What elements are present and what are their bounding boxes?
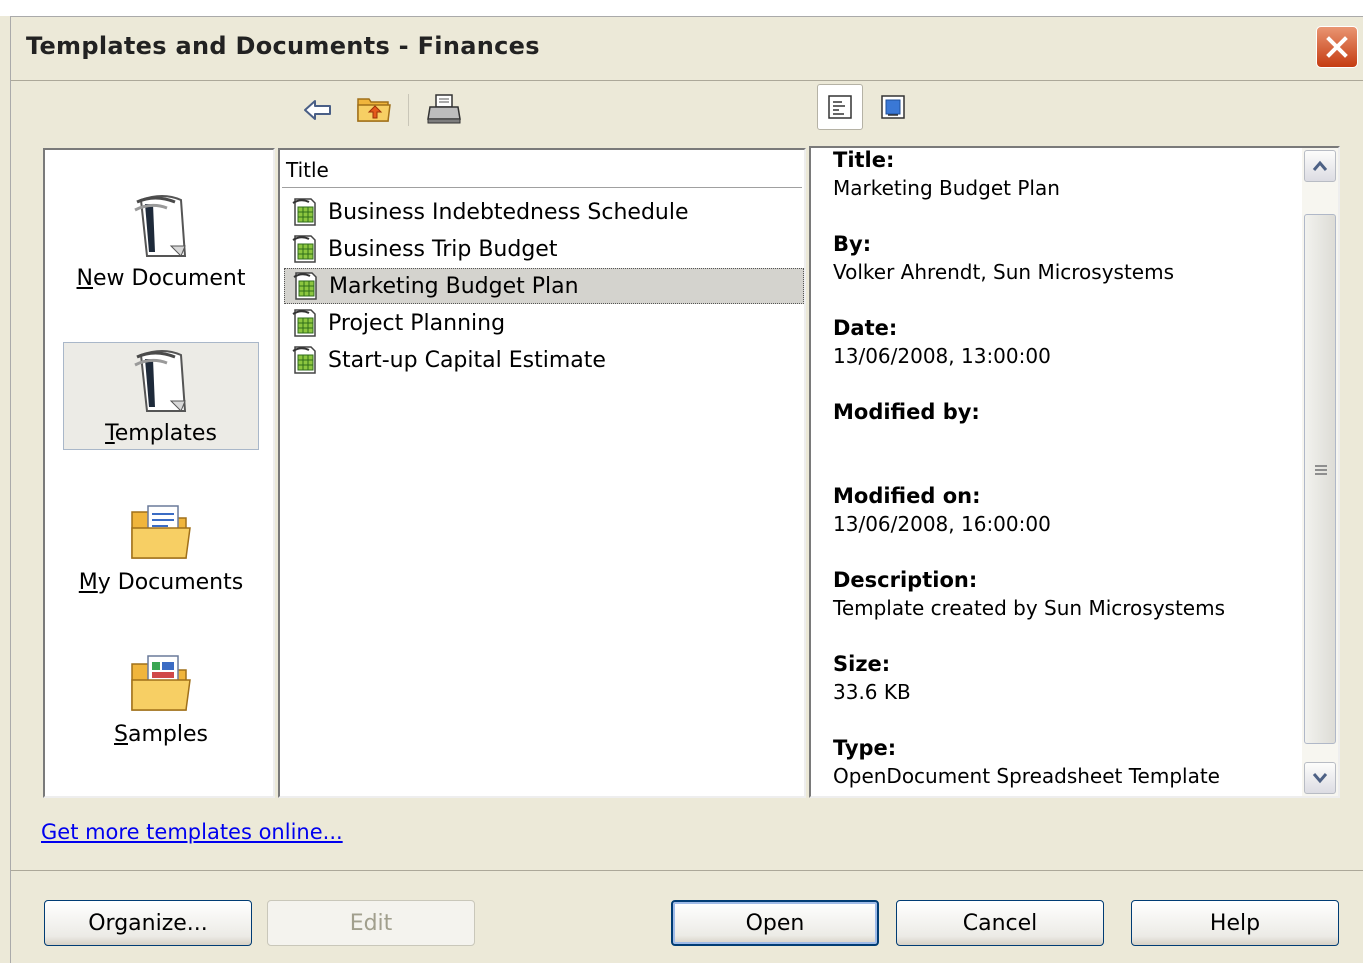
back-button[interactable]: [300, 92, 336, 128]
cancel-button[interactable]: Cancel: [896, 900, 1104, 946]
chevron-down-icon: [1312, 773, 1328, 784]
open-button-label: Open: [745, 910, 805, 936]
property-date-label: Date:: [833, 316, 898, 340]
preview-view-button[interactable]: [870, 84, 916, 130]
toolbar-separator: [408, 94, 409, 126]
my-documents-folder-icon: [128, 492, 194, 564]
folder-up-button[interactable]: [354, 90, 394, 128]
organize-button-label: Organize...: [88, 910, 208, 936]
list-item-label: Business Indebtedness Schedule: [328, 199, 689, 225]
category-label: y Documents: [97, 570, 244, 595]
property-title-label: Title:: [833, 148, 895, 172]
spreadsheet-template-icon: [290, 234, 320, 264]
close-icon: [1326, 36, 1348, 58]
folder-up-icon: [357, 98, 391, 122]
get-more-templates-link[interactable]: Get more templates online...: [41, 820, 343, 844]
property-type-label: Type:: [833, 736, 897, 760]
edit-button[interactable]: Edit: [267, 900, 475, 946]
category-samples[interactable]: Samples: [63, 644, 259, 752]
property-modified-on-value: 13/06/2008, 16:00:00: [833, 512, 1051, 536]
property-size-value: 33.6 KB: [833, 680, 911, 704]
list-item-label: Business Trip Budget: [328, 236, 558, 262]
category-label-mnemonic: S: [114, 722, 128, 747]
print-button[interactable]: [424, 90, 464, 128]
list-item[interactable]: Marketing Budget Plan: [284, 268, 804, 304]
list-item-label: Project Planning: [328, 310, 506, 336]
spreadsheet-template-icon: [291, 271, 321, 301]
footer-separator: [11, 870, 1363, 871]
property-description-value: Template created by Sun Microsystems: [833, 596, 1226, 620]
window-title: Templates and Documents - Finances: [26, 32, 540, 60]
property-modified-by-label: Modified by:: [833, 400, 980, 424]
screen-top-strip: [0, 0, 1363, 16]
category-label-mnemonic: M: [78, 570, 98, 595]
template-list-panel: Title Business Indebtedness Schedule Busi…: [278, 148, 806, 798]
new-document-icon: [131, 188, 191, 260]
templates-icon: [131, 343, 191, 415]
scroll-thumb[interactable]: [1304, 214, 1336, 744]
grip-icon: [1315, 465, 1327, 477]
category-my-documents[interactable]: My Documents: [63, 492, 259, 600]
category-new-document[interactable]: New Document: [63, 188, 259, 296]
spreadsheet-template-icon: [290, 197, 320, 227]
help-button-label: Help: [1209, 910, 1261, 936]
property-by-value: Volker Ahrendt, Sun Microsystems: [833, 260, 1175, 284]
property-modified-on-label: Modified on:: [833, 484, 981, 508]
help-button[interactable]: Help: [1131, 900, 1339, 946]
list-item-label: Marketing Budget Plan: [329, 273, 579, 299]
organize-button[interactable]: Organize...: [44, 900, 252, 946]
list-item[interactable]: Start-up Capital Estimate: [284, 342, 804, 378]
category-label: amples: [127, 722, 208, 747]
property-title-value: Marketing Budget Plan: [833, 176, 1060, 200]
cancel-button-label: Cancel: [962, 910, 1038, 936]
category-templates[interactable]: Templates: [63, 342, 259, 450]
property-size-label: Size:: [833, 652, 891, 676]
list-item[interactable]: Business Indebtedness Schedule: [284, 194, 804, 230]
list-item-label: Start-up Capital Estimate: [328, 347, 606, 373]
list-item[interactable]: Business Trip Budget: [284, 231, 804, 267]
list-item[interactable]: Project Planning: [284, 305, 804, 341]
back-arrow-icon: [304, 100, 331, 120]
category-label-mnemonic: N: [76, 266, 93, 291]
preview-icon: [881, 95, 905, 119]
document-properties-icon: [828, 95, 852, 119]
close-button[interactable]: [1316, 26, 1358, 68]
category-panel: New Document Templates My Documents Samp…: [43, 148, 275, 798]
spreadsheet-template-icon: [290, 308, 320, 338]
column-header-title[interactable]: Title: [282, 152, 802, 188]
open-button[interactable]: Open: [671, 900, 879, 946]
category-label: emplates: [114, 421, 217, 446]
property-date-value: 13/06/2008, 13:00:00: [833, 344, 1051, 368]
property-type-value: OpenDocument Spreadsheet Template: [833, 764, 1220, 788]
property-description-label: Description:: [833, 568, 978, 592]
document-properties-view-button[interactable]: [817, 84, 863, 130]
scroll-up-button[interactable]: [1304, 150, 1336, 182]
document-properties-panel: Title: Marketing Budget Plan By: Volker …: [809, 146, 1340, 798]
property-by-label: By:: [833, 232, 872, 256]
category-label: ew Document: [92, 266, 246, 291]
edit-button-label: Edit: [349, 910, 393, 936]
printer-icon: [427, 94, 461, 124]
spreadsheet-template-icon: [290, 345, 320, 375]
chevron-up-icon: [1312, 160, 1328, 171]
title-separator: [11, 80, 1363, 81]
vertical-scrollbar[interactable]: [1302, 148, 1338, 796]
scroll-down-button[interactable]: [1304, 762, 1336, 794]
category-label-mnemonic: T: [105, 421, 115, 446]
samples-folder-icon: [128, 644, 194, 716]
